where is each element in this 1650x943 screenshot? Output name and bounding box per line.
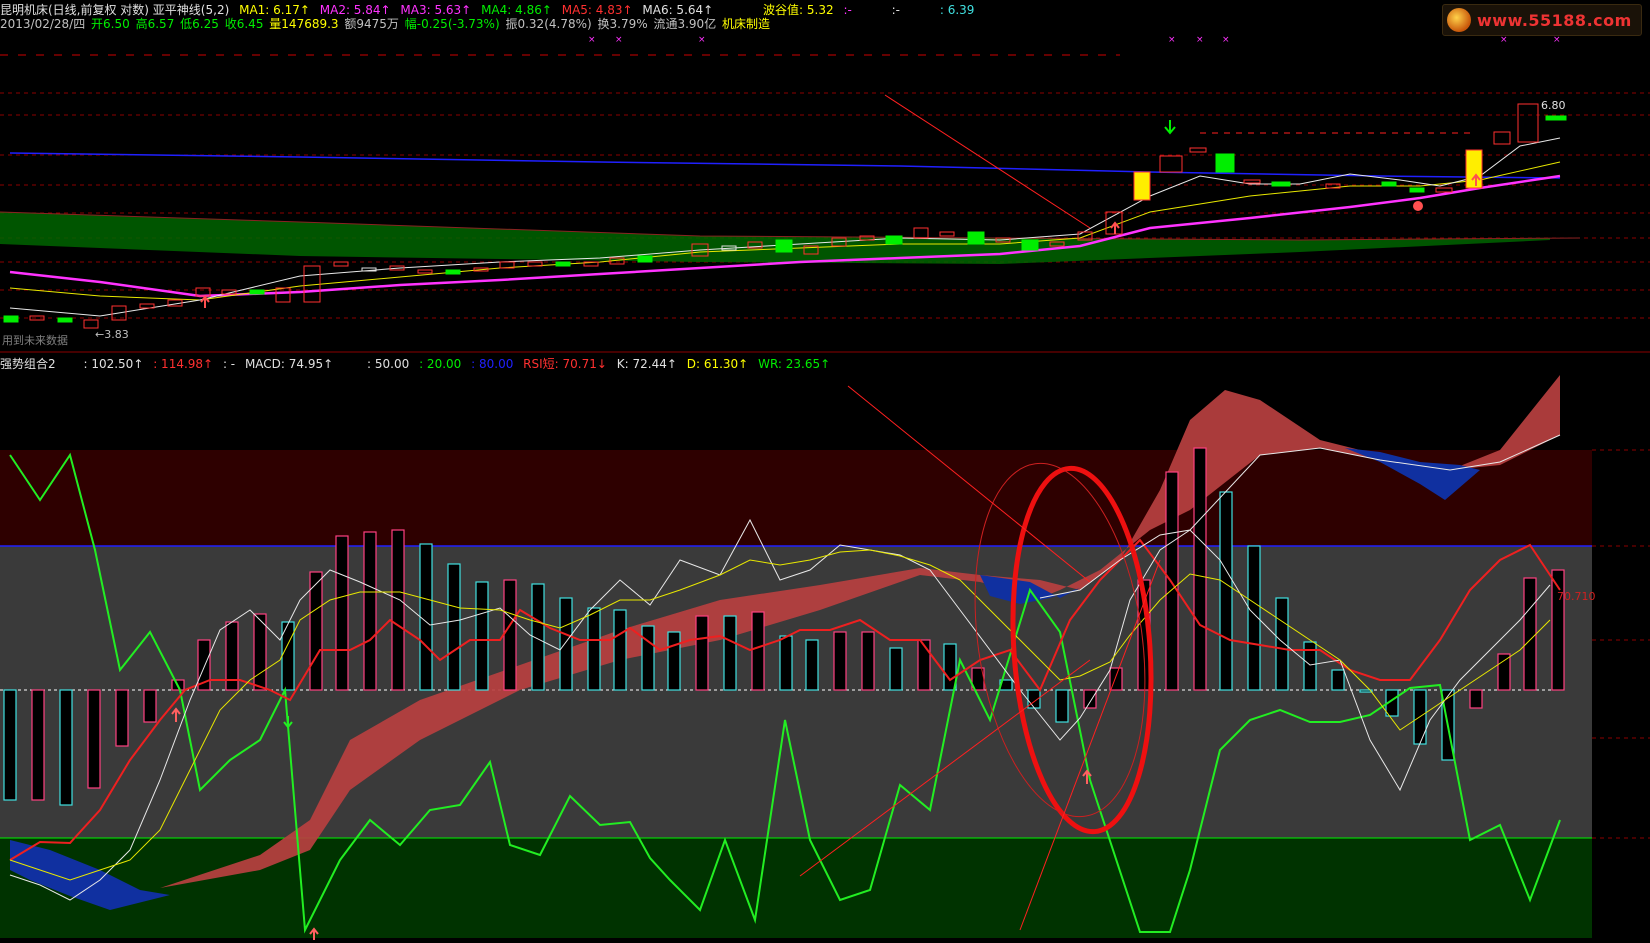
indicator-end-label: 70.710 (1557, 590, 1596, 603)
indicator-v5: : 20.00 (419, 357, 462, 371)
indicator-d: D: 61.30↑ (686, 357, 749, 371)
x-markers: × × × × × × × × (588, 35, 1561, 45)
indicator-name[interactable]: 强势组合2 (0, 357, 56, 371)
indicator-v2: : 114.98↑ (153, 357, 214, 371)
indicator-grid (1592, 449, 1650, 839)
buy-signal-icon (1413, 201, 1423, 211)
svg-text:×: × (1222, 35, 1230, 45)
oversold-zone (0, 838, 1592, 938)
svg-text:×: × (615, 35, 623, 45)
svg-text:×: × (588, 35, 596, 45)
price-high-label: 6.80 (1541, 99, 1566, 112)
indicator-v3: : - (222, 357, 236, 371)
svg-text:×: × (1553, 35, 1561, 45)
down-arrow-icon (1164, 120, 1176, 135)
indicator-macd: MACD: 74.95↑ (244, 357, 334, 371)
chart-canvas[interactable]: × × × × × × × × (0, 0, 1650, 943)
indicator-k: K: 72.44↑ (616, 357, 677, 371)
indicator-wr: WR: 23.65↑ (758, 357, 831, 371)
indicator-v6: : 80.00 (471, 357, 514, 371)
indicator-v1: : 102.50↑ (83, 357, 144, 371)
svg-text:×: × (1500, 35, 1508, 45)
svg-text:×: × (698, 35, 706, 45)
svg-text:×: × (1196, 35, 1204, 45)
indicator-v4: : 50.00 (367, 357, 410, 371)
up-arrow-icon (1110, 221, 1120, 234)
price-low-label: ←3.83 (95, 328, 129, 341)
signal-markers (200, 94, 1481, 308)
indicator-rsi: RSI短: 70.71↓ (523, 357, 607, 371)
future-data-note: 用到未来数据 (2, 334, 68, 347)
svg-text:×: × (1168, 35, 1176, 45)
ma-blue-line (9, 152, 1561, 179)
indicator-header: 强势组合2 : 102.50↑ : 114.98↑ : - MACD: 74.9… (0, 357, 836, 371)
overbought-zone (0, 450, 1592, 546)
